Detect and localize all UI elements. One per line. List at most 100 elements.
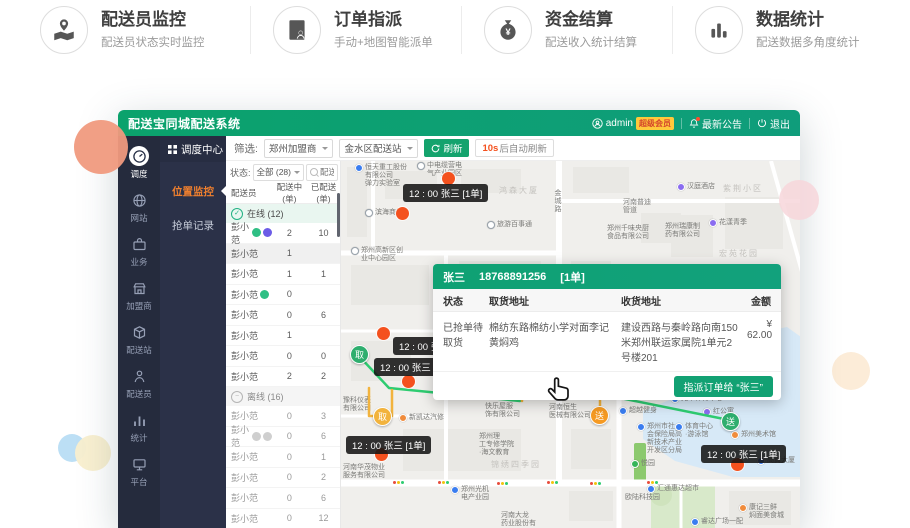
map-time-label[interactable]: 12 : 00 张三 [1单]	[346, 436, 431, 454]
sidebar-item-dispatch[interactable]: 调度	[118, 141, 160, 185]
app-window: 配送宝同城配送系统 admin 超级会员 最新公告	[118, 110, 800, 528]
sidebar-item-label: 调度	[130, 168, 147, 180]
courier-row-name: 彭小范	[231, 220, 250, 246]
courier-location-dot[interactable]	[377, 327, 390, 340]
sidebar-item-business[interactable]: 业务	[118, 229, 160, 273]
data-statistics-icon	[695, 6, 743, 54]
delivering-count: 0	[272, 310, 307, 320]
sidebar-item-website[interactable]: 网站	[118, 185, 160, 229]
delivery-address: 建设西路与秦岭路向南150米郑州联运家属院1单元2号楼201	[621, 319, 747, 364]
delivered-count: 6	[307, 310, 340, 320]
delivery-marker[interactable]: 送	[590, 406, 609, 425]
pickup-marker[interactable]: 取	[373, 407, 392, 426]
delivered-count: 6	[307, 431, 340, 441]
sidebar-item-station[interactable]: 配送站	[118, 317, 160, 361]
chevron-down-icon	[322, 147, 328, 153]
pickup-address: 棉纺东路棉纺小学对面李记黄焖鸡	[489, 319, 621, 364]
delivery-marker[interactable]: 送	[721, 412, 740, 431]
refresh-button[interactable]: 刷新	[424, 139, 469, 157]
delivered-count: 2	[307, 472, 340, 482]
user-name: admin	[606, 118, 633, 129]
courier-phone: 18768891256	[479, 271, 546, 283]
business-bag-icon	[129, 234, 149, 254]
map-time-label[interactable]: 12 : 00 张三 [1单]	[701, 445, 786, 463]
pickup-marker[interactable]: 取	[350, 345, 369, 364]
map-time-label[interactable]: 12 : 00 张三 [1单]	[403, 184, 488, 202]
offline-group-icon: −	[231, 391, 243, 403]
user-menu[interactable]: admin 超级会员	[592, 117, 674, 130]
feature-title: 资金结算	[545, 10, 637, 30]
feature-subtitle: 配送员状态实时监控	[101, 34, 205, 50]
deco-circle-peach	[832, 352, 870, 390]
courier-location-dot[interactable]	[402, 375, 415, 388]
order-status: 已抢单待取货	[433, 319, 489, 364]
assign-order-button[interactable]: 指派订单给 “张三”	[674, 376, 773, 397]
courier-row[interactable]: 彭小范210	[226, 223, 340, 244]
courier-row[interactable]: 彭小范11	[226, 264, 340, 285]
auto-refresh-chip: 10s 后自动刷新	[475, 139, 553, 157]
power-icon	[757, 118, 767, 128]
logout-button[interactable]: 退出	[757, 116, 790, 131]
delivering-count: 1	[272, 330, 307, 340]
feature-strip: 配送员监控 配送员状态实时监控 订单指派 手动+地图智能派单 ¥ 资金结算 配送…	[40, 6, 883, 54]
courier-row[interactable]: 彭小范06	[226, 427, 340, 448]
courier-row-name: 彭小范	[231, 308, 258, 321]
courier-name: 张三	[443, 269, 465, 285]
courier-row[interactable]: 彭小范00	[226, 346, 340, 367]
sidebar-item-label: 网站	[130, 212, 147, 224]
sidebar-item-statistics[interactable]: 统计	[118, 405, 160, 449]
submenu-item-location-monitor[interactable]: 位置监控	[160, 176, 226, 206]
sidebar-item-platform[interactable]: 平台	[118, 449, 160, 493]
courier-row[interactable]: 彭小范0	[226, 285, 340, 306]
merchant-select[interactable]: 郑州加盟商	[264, 139, 334, 158]
feature-title: 数据统计	[756, 10, 860, 30]
courier-search-input[interactable]	[320, 167, 334, 177]
online-group-icon: ✓	[231, 208, 243, 220]
courier-row-name: 彭小范	[231, 423, 250, 449]
station-cube-icon	[129, 322, 149, 342]
sidebar-item-courier[interactable]: 配送员	[118, 361, 160, 405]
courier-location-dot[interactable]	[396, 207, 409, 220]
deco-circle-blue	[58, 434, 86, 462]
courier-row[interactable]: 彭小范 1	[226, 326, 340, 347]
franchisee-store-icon	[129, 278, 149, 298]
sidebar-item-franchisee[interactable]: 加盟商	[118, 273, 160, 317]
courier-row-name: 彭小范	[231, 329, 258, 342]
courier-tag-badge	[252, 228, 261, 237]
order-count: [1单]	[560, 269, 584, 285]
courier-group-offline[interactable]: −离线 (16)	[226, 387, 340, 406]
delivering-count: 1	[272, 248, 307, 258]
stats-bars-icon	[129, 410, 149, 430]
courier-row[interactable]: 彭小范 06	[226, 305, 340, 326]
courier-row[interactable]: 彭小范22	[226, 367, 340, 388]
status-select[interactable]: 全部 (28)	[253, 164, 304, 181]
delivering-count: 0	[272, 351, 307, 361]
delivered-count: 0	[307, 351, 340, 361]
delivering-count: 0	[272, 452, 307, 462]
chevron-down-icon	[294, 171, 300, 177]
list-scrollbar[interactable]	[337, 193, 340, 237]
announcement-button[interactable]: 最新公告	[689, 116, 742, 131]
status-label: 状态:	[230, 166, 251, 179]
courier-row[interactable]: 彭小范 1	[226, 244, 340, 265]
courier-status-row: 状态: 全部 (28)	[226, 161, 340, 183]
svg-text:¥: ¥	[505, 27, 511, 37]
delivered-count: 3	[307, 411, 340, 421]
courier-row[interactable]: 彭小范06	[226, 488, 340, 509]
submenu-item-grab-records[interactable]: 抢单记录	[160, 210, 226, 240]
map-canvas[interactable]: 恒天重工股份 有限公司 弹力实验室中电缆营电 气产业园区鸿森大厦滨海商标旅游百事…	[341, 161, 800, 528]
delivering-count: 0	[272, 431, 307, 441]
courier-row[interactable]: 彭小范012	[226, 509, 340, 528]
feature-data-statistics: 数据统计 配送数据多角度统计	[672, 6, 883, 54]
content-area: 筛选: 郑州加盟商 金水区配送站 刷新 10s 后自动刷新	[226, 136, 800, 528]
courier-row[interactable]: 彭小范01	[226, 447, 340, 468]
delivering-count: 2	[272, 371, 307, 381]
courier-tag-badge	[252, 432, 261, 441]
courier-row-name: 彭小范	[231, 247, 258, 260]
sidebar-item-label: 配送站	[126, 344, 152, 356]
courier-row[interactable]: 彭小范02	[226, 468, 340, 489]
courier-search[interactable]	[306, 164, 338, 181]
sidebar-item-label: 平台	[130, 476, 147, 488]
station-select[interactable]: 金水区配送站	[339, 139, 418, 158]
courier-row-name: 彭小范	[231, 267, 258, 280]
